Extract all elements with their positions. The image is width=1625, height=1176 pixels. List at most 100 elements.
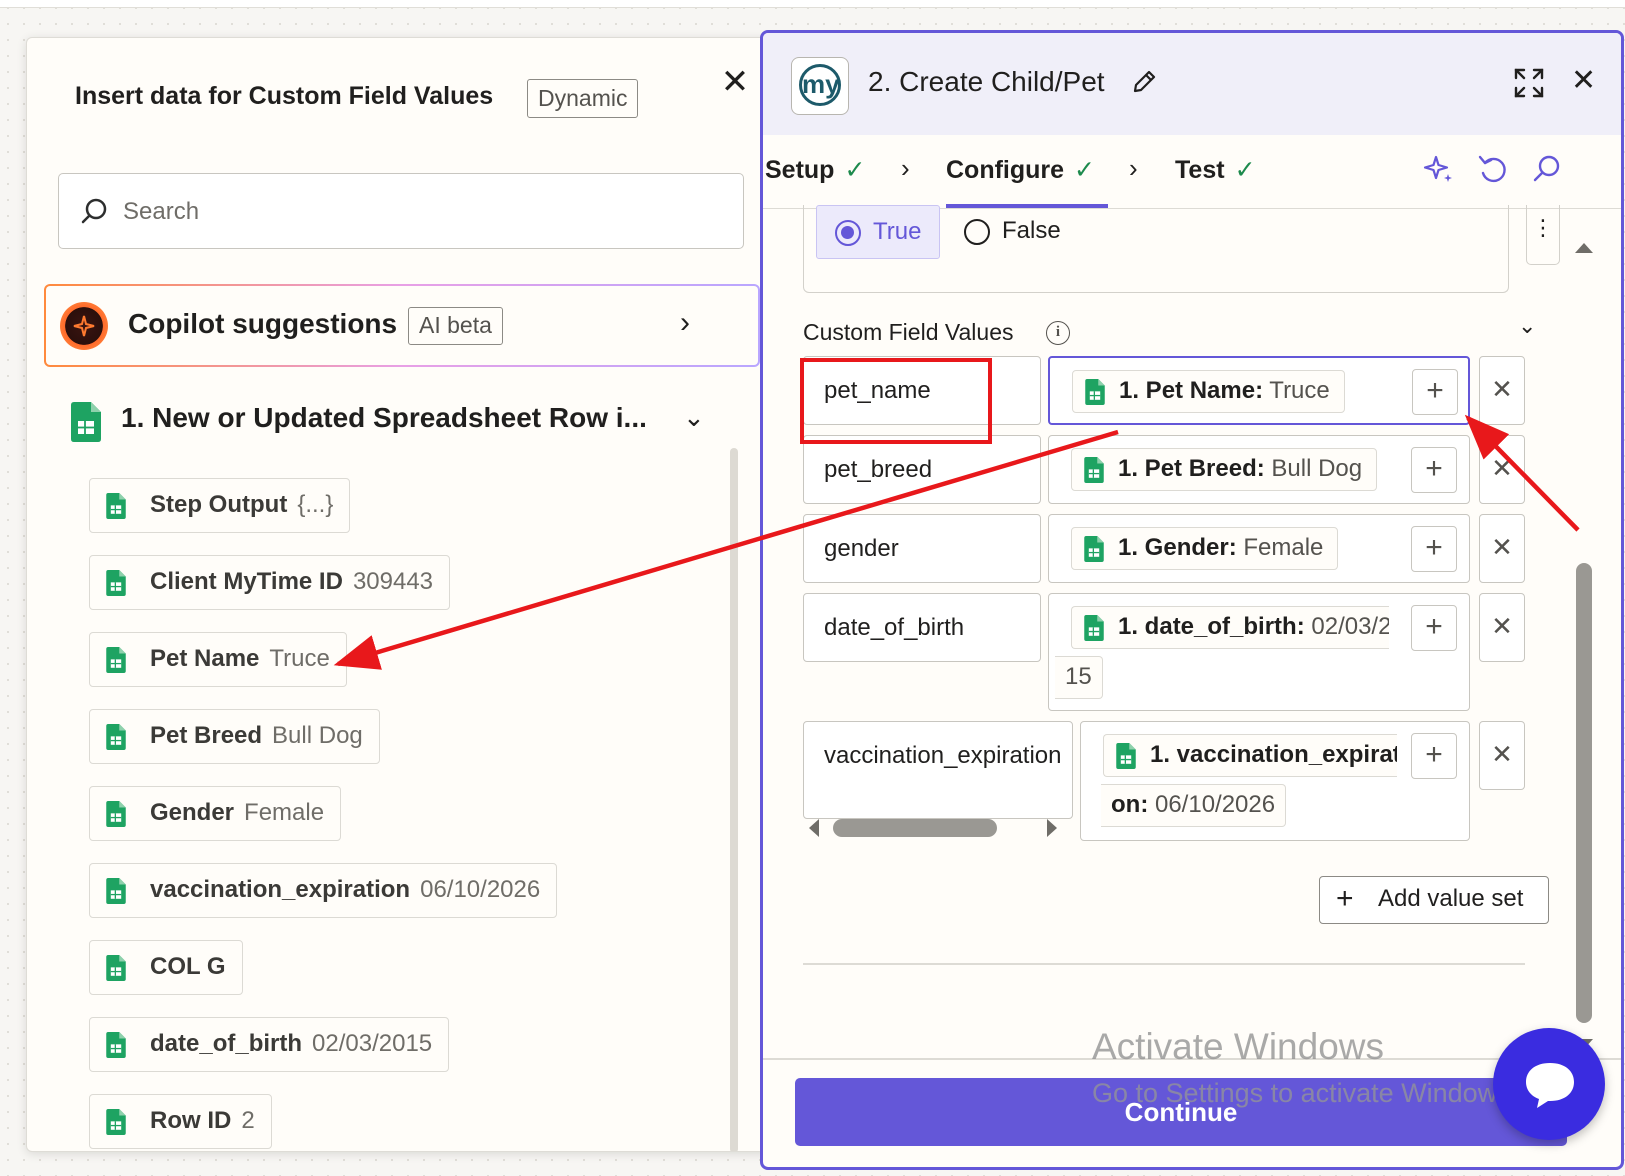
insert-data-button[interactable]: + [1411, 526, 1457, 572]
field-date-of-birth[interactable]: date_of_birth 02/03/2015 [89, 1017, 450, 1072]
value-key: 1. Pet Breed: [1118, 455, 1265, 482]
mapped-value-pill-wrap[interactable]: 15 [1055, 656, 1103, 699]
field-col-g[interactable]: COL G [89, 940, 243, 995]
radio-unselected-icon [964, 219, 990, 245]
scroll-thumb[interactable] [1576, 563, 1592, 1023]
google-sheets-icon [106, 724, 126, 750]
add-value-set-label: Add value set [1378, 885, 1524, 912]
remove-row-button[interactable]: ✕ [1479, 356, 1525, 425]
mapped-value-pill[interactable]: 1. Pet Name: Truce [1072, 370, 1345, 413]
copilot-label: Copilot suggestions [128, 308, 398, 339]
close-icon[interactable]: ✕ [1571, 63, 1596, 98]
mapped-value-pill-wrap[interactable]: on: 06/10/2026 [1101, 784, 1287, 827]
key-input-date-of-birth[interactable]: date_of_birth [803, 593, 1041, 662]
mapped-value-pill[interactable]: 1. Gender: Female [1071, 527, 1339, 570]
step-header: my 2. Create Child/Pet ✕ [763, 33, 1621, 135]
insert-data-button[interactable]: + [1411, 447, 1457, 493]
spreadsheet-step-section[interactable]: 1. New or Updated Spreadsheet Row i... ⌄ [71, 396, 721, 448]
info-icon[interactable]: i [1046, 321, 1070, 345]
remove-row-button[interactable]: ✕ [1479, 514, 1525, 583]
value-text: Bull Dog [1264, 455, 1363, 482]
mapped-value-pill[interactable]: 1. vaccination_expirati [1103, 734, 1397, 777]
expand-icon[interactable] [1513, 67, 1545, 99]
mapped-value-pill[interactable]: 1. Pet Breed: Bull Dog [1071, 448, 1378, 491]
logo-text: my [799, 64, 841, 106]
field-list-scrollbar[interactable] [730, 448, 738, 1151]
key-horizontal-scrollbar[interactable] [809, 815, 1057, 841]
value-text: 06/10/2026 [1148, 791, 1276, 818]
remove-row-button[interactable]: ✕ [1479, 435, 1525, 504]
step-title: 2. Create Child/Pet [868, 66, 1105, 97]
field-step-output[interactable]: Step Output {...} [89, 478, 351, 533]
tab-test[interactable]: Test ✓ [1175, 155, 1256, 185]
remove-row-button[interactable]: ✕ [1479, 593, 1525, 662]
scroll-thumb[interactable] [833, 819, 997, 837]
field-client-mytime-id[interactable]: Client MyTime ID 309443 [89, 555, 451, 610]
value-key: 1. Pet Name: [1119, 377, 1264, 404]
google-sheets-icon [106, 1109, 126, 1135]
windows-watermark-subtitle: Go to Settings to activate Windows. [1092, 1078, 1519, 1108]
field-gender[interactable]: Gender Female [89, 786, 342, 841]
remove-row-button[interactable]: ✕ [1479, 721, 1525, 790]
google-sheets-icon [106, 493, 126, 519]
radio-false-label: False [1002, 217, 1061, 244]
undo-icon[interactable] [1477, 153, 1509, 185]
copilot-suggestions-button[interactable]: Copilot suggestions AI beta › [44, 284, 760, 367]
google-sheets-icon [106, 647, 126, 673]
field-value: 02/03/2015 [312, 1030, 433, 1057]
close-icon[interactable]: ✕ [717, 64, 753, 100]
tab-label: Test [1175, 156, 1225, 184]
field-value: {...} [297, 491, 334, 518]
value-key-wrap: on: [1111, 791, 1149, 818]
chevron-down-icon[interactable]: ⌄ [1518, 313, 1536, 339]
google-sheets-icon [1116, 743, 1136, 769]
scroll-left-icon[interactable] [809, 819, 819, 837]
copilot-logo-icon [60, 302, 108, 350]
field-pet-name[interactable]: Pet Name Truce [89, 632, 347, 687]
value-input-vaccination-expiration[interactable]: 1. vaccination_expirati on: 06/10/2026 + [1080, 721, 1470, 841]
key-input-pet-breed[interactable]: pet_breed [803, 435, 1041, 504]
value-key: 1. Gender: [1118, 534, 1237, 561]
value-input-gender[interactable]: 1. Gender: Female + [1048, 514, 1470, 583]
field-vaccination-expiration[interactable]: vaccination_expiration 06/10/2026 [89, 863, 558, 918]
field-pet-breed[interactable]: Pet Breed Bull Dog [89, 709, 380, 764]
panel-vertical-scrollbar[interactable] [1571, 243, 1597, 1063]
insert-data-panel: Insert data for Custom Field Values Dyna… [26, 37, 783, 1152]
field-key: Row ID [150, 1107, 232, 1134]
value-key: 1. vaccination_expirati [1150, 741, 1397, 768]
custom-field-values-label: Custom Field Values [803, 319, 1014, 345]
search-box[interactable] [58, 173, 744, 249]
key-input-vaccination-expiration[interactable]: vaccination_expiration [803, 721, 1073, 819]
tab-configure[interactable]: Configure ✓ [946, 155, 1095, 185]
field-row-id[interactable]: Row ID 2 [89, 1094, 272, 1149]
chat-support-button[interactable] [1493, 1028, 1605, 1140]
search-icon[interactable] [1531, 153, 1563, 185]
scroll-up-icon[interactable] [1575, 243, 1593, 253]
google-sheets-icon [106, 1032, 126, 1058]
value-input-pet-breed[interactable]: 1. Pet Breed: Bull Dog + [1048, 435, 1470, 504]
value-input-date-of-birth[interactable]: 1. date_of_birth: 02/03/20 15 + [1048, 593, 1470, 711]
key-input-pet-name[interactable]: pet_name [803, 356, 1041, 425]
field-value: Female [244, 799, 325, 826]
add-value-set-button[interactable]: + Add value set [1319, 876, 1549, 924]
step-tabs: Setup ✓ › Configure ✓ › Test ✓ [763, 135, 1621, 209]
key-input-gender[interactable]: gender [803, 514, 1041, 583]
chevron-right-icon: › [901, 153, 910, 183]
field-key: date_of_birth [150, 1030, 303, 1057]
more-options-icon[interactable]: ⋮ [1526, 205, 1560, 265]
mytime-app-logo: my [791, 57, 849, 115]
pencil-icon[interactable] [1131, 69, 1157, 95]
search-input[interactable] [123, 192, 703, 232]
insert-data-button[interactable]: + [1411, 605, 1457, 651]
value-input-pet-name[interactable]: 1. Pet Name: Truce + [1048, 356, 1470, 425]
insert-data-title: Insert data for Custom Field Values [75, 82, 494, 110]
field-key: Step Output [150, 491, 288, 518]
google-sheets-icon [106, 570, 126, 596]
insert-data-button[interactable]: + [1412, 369, 1458, 415]
mapped-value-pill[interactable]: 1. date_of_birth: 02/03/20 [1071, 606, 1389, 649]
tab-setup[interactable]: Setup ✓ [765, 155, 865, 185]
radio-true[interactable]: True [816, 205, 940, 259]
scroll-right-icon[interactable] [1047, 819, 1057, 837]
insert-data-button[interactable]: + [1411, 733, 1457, 779]
ai-sparkle-icon[interactable] [1423, 153, 1455, 185]
